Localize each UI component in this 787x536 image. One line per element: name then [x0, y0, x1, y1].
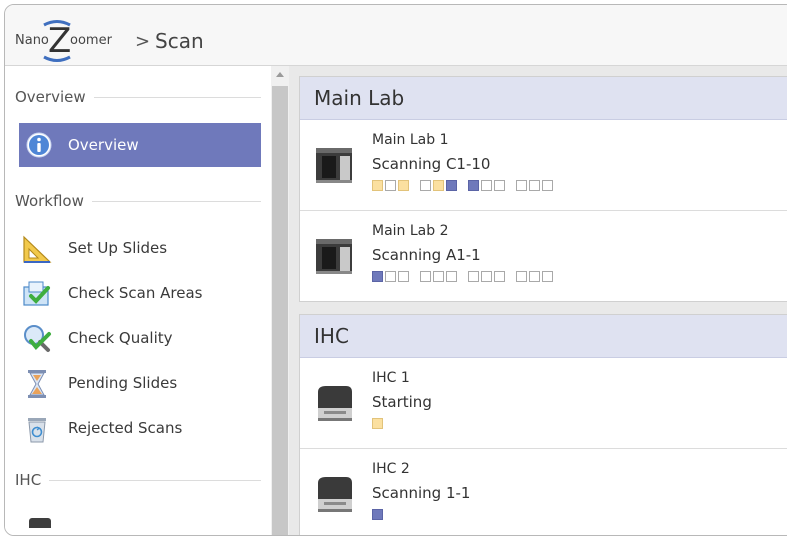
slot-pending [398, 180, 409, 191]
slot-pending [372, 180, 383, 191]
slot-done [446, 180, 457, 191]
slot-empty [468, 271, 479, 282]
slot-empty [420, 180, 431, 191]
scroll-up-arrow-icon[interactable] [276, 72, 284, 77]
scanner-row-ihc-2[interactable]: IHC 2 Scanning 1-1 [300, 449, 787, 535]
slot-pending [372, 418, 383, 429]
slot-empty [481, 180, 492, 191]
slot-empty [494, 180, 505, 191]
sidebar-item-label: Check Scan Areas [68, 284, 203, 302]
slot-group [516, 180, 555, 191]
scanner-name: IHC 1 [372, 370, 410, 386]
title-bar: Nano Z oomer > Scan [5, 5, 787, 66]
sidebar-item-check-quality[interactable]: Check Quality [19, 319, 261, 359]
scanner-row-main-lab-2[interactable]: Main Lab 2 Scanning A1-1 [300, 211, 787, 301]
slot-done [372, 509, 383, 520]
sidebar-item-overview[interactable]: Overview [19, 123, 261, 167]
scanner-status: Scanning 1-1 [372, 484, 471, 502]
breadcrumb-separator: > [135, 31, 151, 52]
svg-text:Z: Z [48, 21, 71, 61]
slot-indicators [372, 418, 394, 429]
slot-group [420, 271, 459, 282]
scanner-status: Scanning A1-1 [372, 246, 481, 264]
slot-empty [529, 271, 540, 282]
slot-done [372, 271, 383, 282]
slot-group [420, 180, 459, 191]
slot-empty [481, 271, 492, 282]
slot-pending [433, 180, 444, 191]
sidebar-item-rejected-scans[interactable]: Rejected Scans [19, 409, 261, 449]
scrollbar-thumb[interactable] [272, 86, 288, 535]
slot-empty [494, 271, 505, 282]
svg-text:oomer: oomer [70, 33, 113, 48]
slot-indicators [372, 271, 564, 282]
check-areas-icon [23, 281, 50, 306]
slot-group [516, 271, 555, 282]
section-header-ihc: IHC [15, 471, 261, 489]
hourglass-icon [28, 370, 46, 398]
slot-group [468, 180, 507, 191]
group-title: IHC [300, 315, 787, 358]
section-header-workflow: Workflow [15, 192, 261, 210]
slot-empty [433, 271, 444, 282]
scanner-group-main-lab: Main Lab Main Lab 1 Scanning C1-10 Main … [299, 76, 787, 302]
slot-group [372, 509, 385, 520]
set-square-icon [23, 235, 52, 263]
slot-indicators [372, 180, 564, 191]
slot-group [372, 180, 411, 191]
scanner-status: Scanning C1-10 [372, 155, 491, 173]
scanner-name: Main Lab 1 [372, 132, 449, 148]
slide-scanner-icon [318, 477, 352, 512]
slot-empty [446, 271, 457, 282]
nanozoomer-logo: Nano Z oomer [15, 20, 113, 62]
slide-scanner-icon [318, 386, 352, 421]
sidebar-item-pending-slides[interactable]: Pending Slides [19, 364, 261, 404]
info-icon [26, 132, 52, 158]
magnifier-check-icon [24, 325, 51, 352]
slot-indicators [372, 509, 394, 520]
slot-empty [385, 180, 396, 191]
slot-empty [385, 271, 396, 282]
sidebar-item-label: Overview [68, 136, 139, 154]
app-window: Nano Z oomer > Scan Overview Overview Wo… [4, 4, 787, 536]
scanner-icon [29, 518, 51, 528]
slot-empty [529, 180, 540, 191]
slot-done [468, 180, 479, 191]
scanner-name: IHC 2 [372, 461, 410, 477]
slot-empty [516, 271, 527, 282]
scanner-row-ihc-1[interactable]: IHC 1 Starting [300, 358, 787, 449]
slot-empty [542, 271, 553, 282]
section-header-overview: Overview [15, 88, 261, 106]
slot-group [372, 418, 385, 429]
sidebar-item-set-up-slides[interactable]: Set Up Slides [19, 229, 261, 269]
slot-empty [542, 180, 553, 191]
sidebar-item-check-scan-areas[interactable]: Check Scan Areas [19, 274, 261, 314]
sidebar-scrollbar[interactable] [271, 66, 289, 535]
scanner-name: Main Lab 2 [372, 223, 449, 239]
slide-scanner-icon [316, 239, 352, 274]
sidebar-item-label: Set Up Slides [68, 239, 168, 257]
sidebar-item-label: Rejected Scans [68, 419, 183, 437]
main-content: Main Lab Main Lab 1 Scanning C1-10 Main … [289, 66, 787, 535]
scanner-group-ihc: IHC IHC 1 Starting IHC 2 Scanning 1-1 [299, 314, 787, 535]
scanner-row-main-lab-1[interactable]: Main Lab 1 Scanning C1-10 [300, 120, 787, 211]
breadcrumb-current-page: Scan [155, 29, 204, 53]
slot-empty [516, 180, 527, 191]
group-title: Main Lab [300, 77, 787, 120]
scanner-status: Starting [372, 393, 432, 411]
svg-text:Nano: Nano [15, 33, 49, 48]
sidebar-item-label: Check Quality [68, 329, 173, 347]
recycle-bin-icon [28, 418, 46, 443]
slot-empty [398, 271, 409, 282]
slot-empty [420, 271, 431, 282]
sidebar: Overview Overview Workflow Set Up Slides [5, 66, 271, 535]
slide-scanner-icon [316, 148, 352, 183]
slot-group [372, 271, 411, 282]
sidebar-item-label: Pending Slides [68, 374, 178, 392]
slot-group [468, 271, 507, 282]
